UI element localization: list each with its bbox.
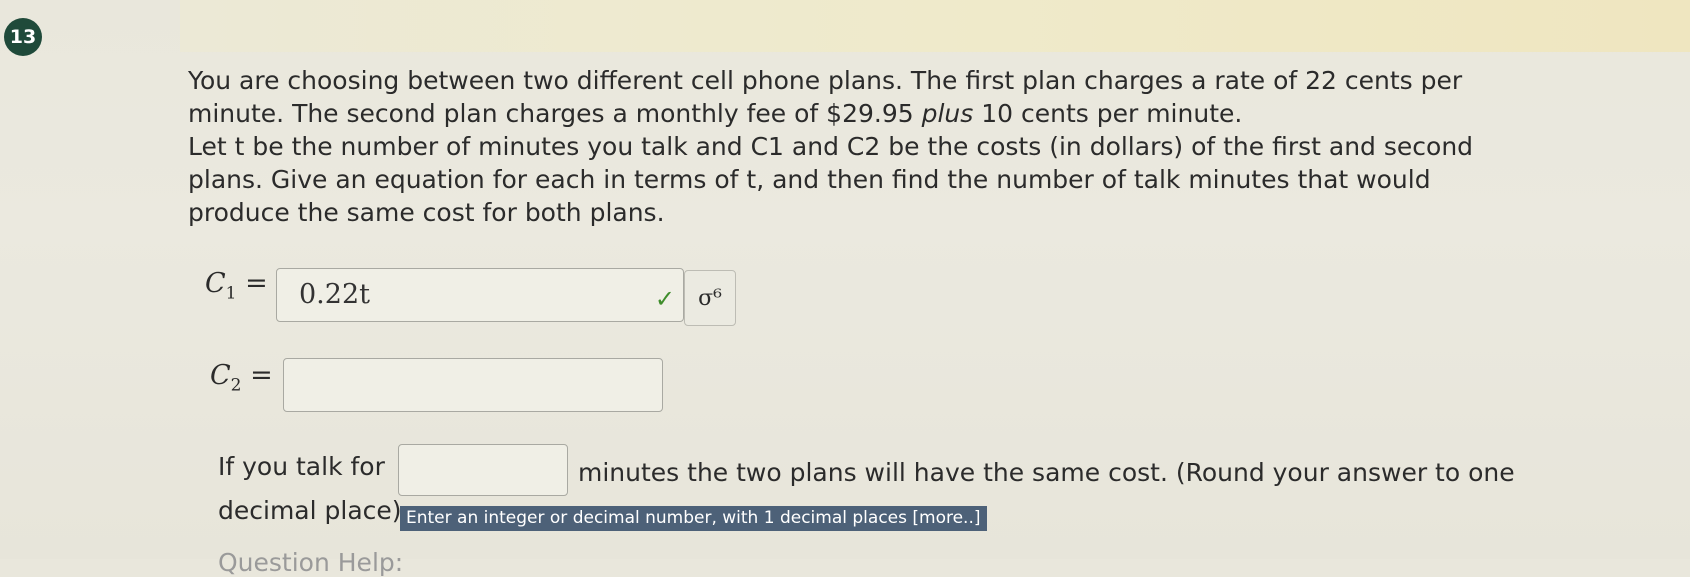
final-question-text-cont: minutes the two plans will have the same… — [578, 458, 1515, 487]
c2-label: C2 = — [210, 360, 273, 396]
c1-answer-value: 0.22t — [299, 279, 370, 310]
prompt-line: produce the same cost for both plans. — [188, 198, 665, 227]
question-help-label: Question Help: — [218, 548, 404, 577]
math-symbols-button[interactable]: σ⁶ — [684, 270, 736, 326]
question-number-badge: 13 — [4, 18, 42, 56]
c2-answer-field[interactable] — [283, 358, 663, 412]
header-band — [180, 0, 1690, 52]
checkmark-icon: ✓ — [654, 285, 675, 313]
prompt-line: minute. The second plan charges a monthl… — [188, 99, 1243, 128]
final-question-line2: decimal place) — [218, 496, 402, 525]
prompt-line: plans. Give an equation for each in term… — [188, 165, 1431, 194]
prompt-line: You are choosing between two different c… — [188, 66, 1463, 95]
c1-label: C1 = — [205, 268, 268, 304]
final-question-text: If you talk for — [218, 452, 385, 481]
c1-answer-field[interactable]: 0.22t ✓ — [276, 268, 684, 322]
minutes-answer-field[interactable] — [398, 444, 568, 496]
input-hint-tooltip: Enter an integer or decimal number, with… — [400, 506, 987, 531]
prompt-line: Let t be the number of minutes you talk … — [188, 132, 1474, 161]
question-prompt: You are choosing between two different c… — [188, 64, 1558, 229]
